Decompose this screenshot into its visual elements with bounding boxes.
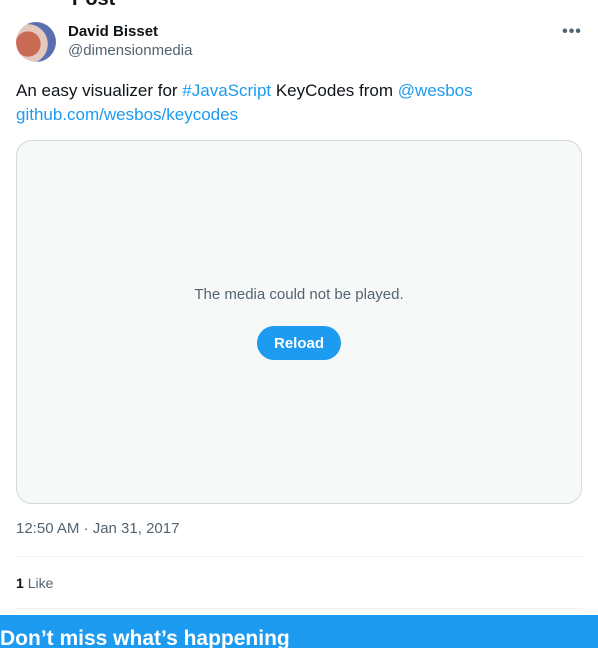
- author-block: David Bisset @dimensionmedia: [68, 22, 192, 61]
- author-handle[interactable]: @dimensionmedia: [68, 41, 192, 61]
- mention-link[interactable]: @wesbos: [398, 81, 473, 100]
- media-error-message: The media could not be played.: [194, 286, 404, 303]
- likes-link[interactable]: 1 Like: [16, 573, 53, 593]
- tweet-text: An easy visualizer for #JavaScript KeyCo…: [16, 79, 582, 127]
- divider: [16, 556, 582, 557]
- avatar[interactable]: [16, 22, 56, 62]
- page-title-partial: Post: [72, 0, 115, 11]
- banner-title: Don’t miss what’s happening: [0, 627, 290, 648]
- more-horizontal-icon: •••: [562, 23, 582, 40]
- hashtag-link[interactable]: #JavaScript: [182, 81, 271, 100]
- signup-banner: Don’t miss what’s happening: [0, 615, 598, 648]
- tweet-text-middle: KeyCodes from: [271, 81, 398, 100]
- url-link[interactable]: github.com/wesbos/keycodes: [16, 105, 238, 124]
- author-name[interactable]: David Bisset: [68, 22, 192, 41]
- reload-button[interactable]: Reload: [257, 326, 341, 360]
- divider: [16, 608, 582, 609]
- likes-count: 1: [16, 575, 24, 591]
- media-container: The media could not be played. Reload: [16, 140, 582, 504]
- timestamp[interactable]: 12:50 AM · Jan 31, 2017: [16, 519, 179, 539]
- more-options-button[interactable]: •••: [560, 20, 584, 44]
- likes-label: Like: [27, 575, 54, 591]
- tweet-text-prefix: An easy visualizer for: [16, 81, 183, 100]
